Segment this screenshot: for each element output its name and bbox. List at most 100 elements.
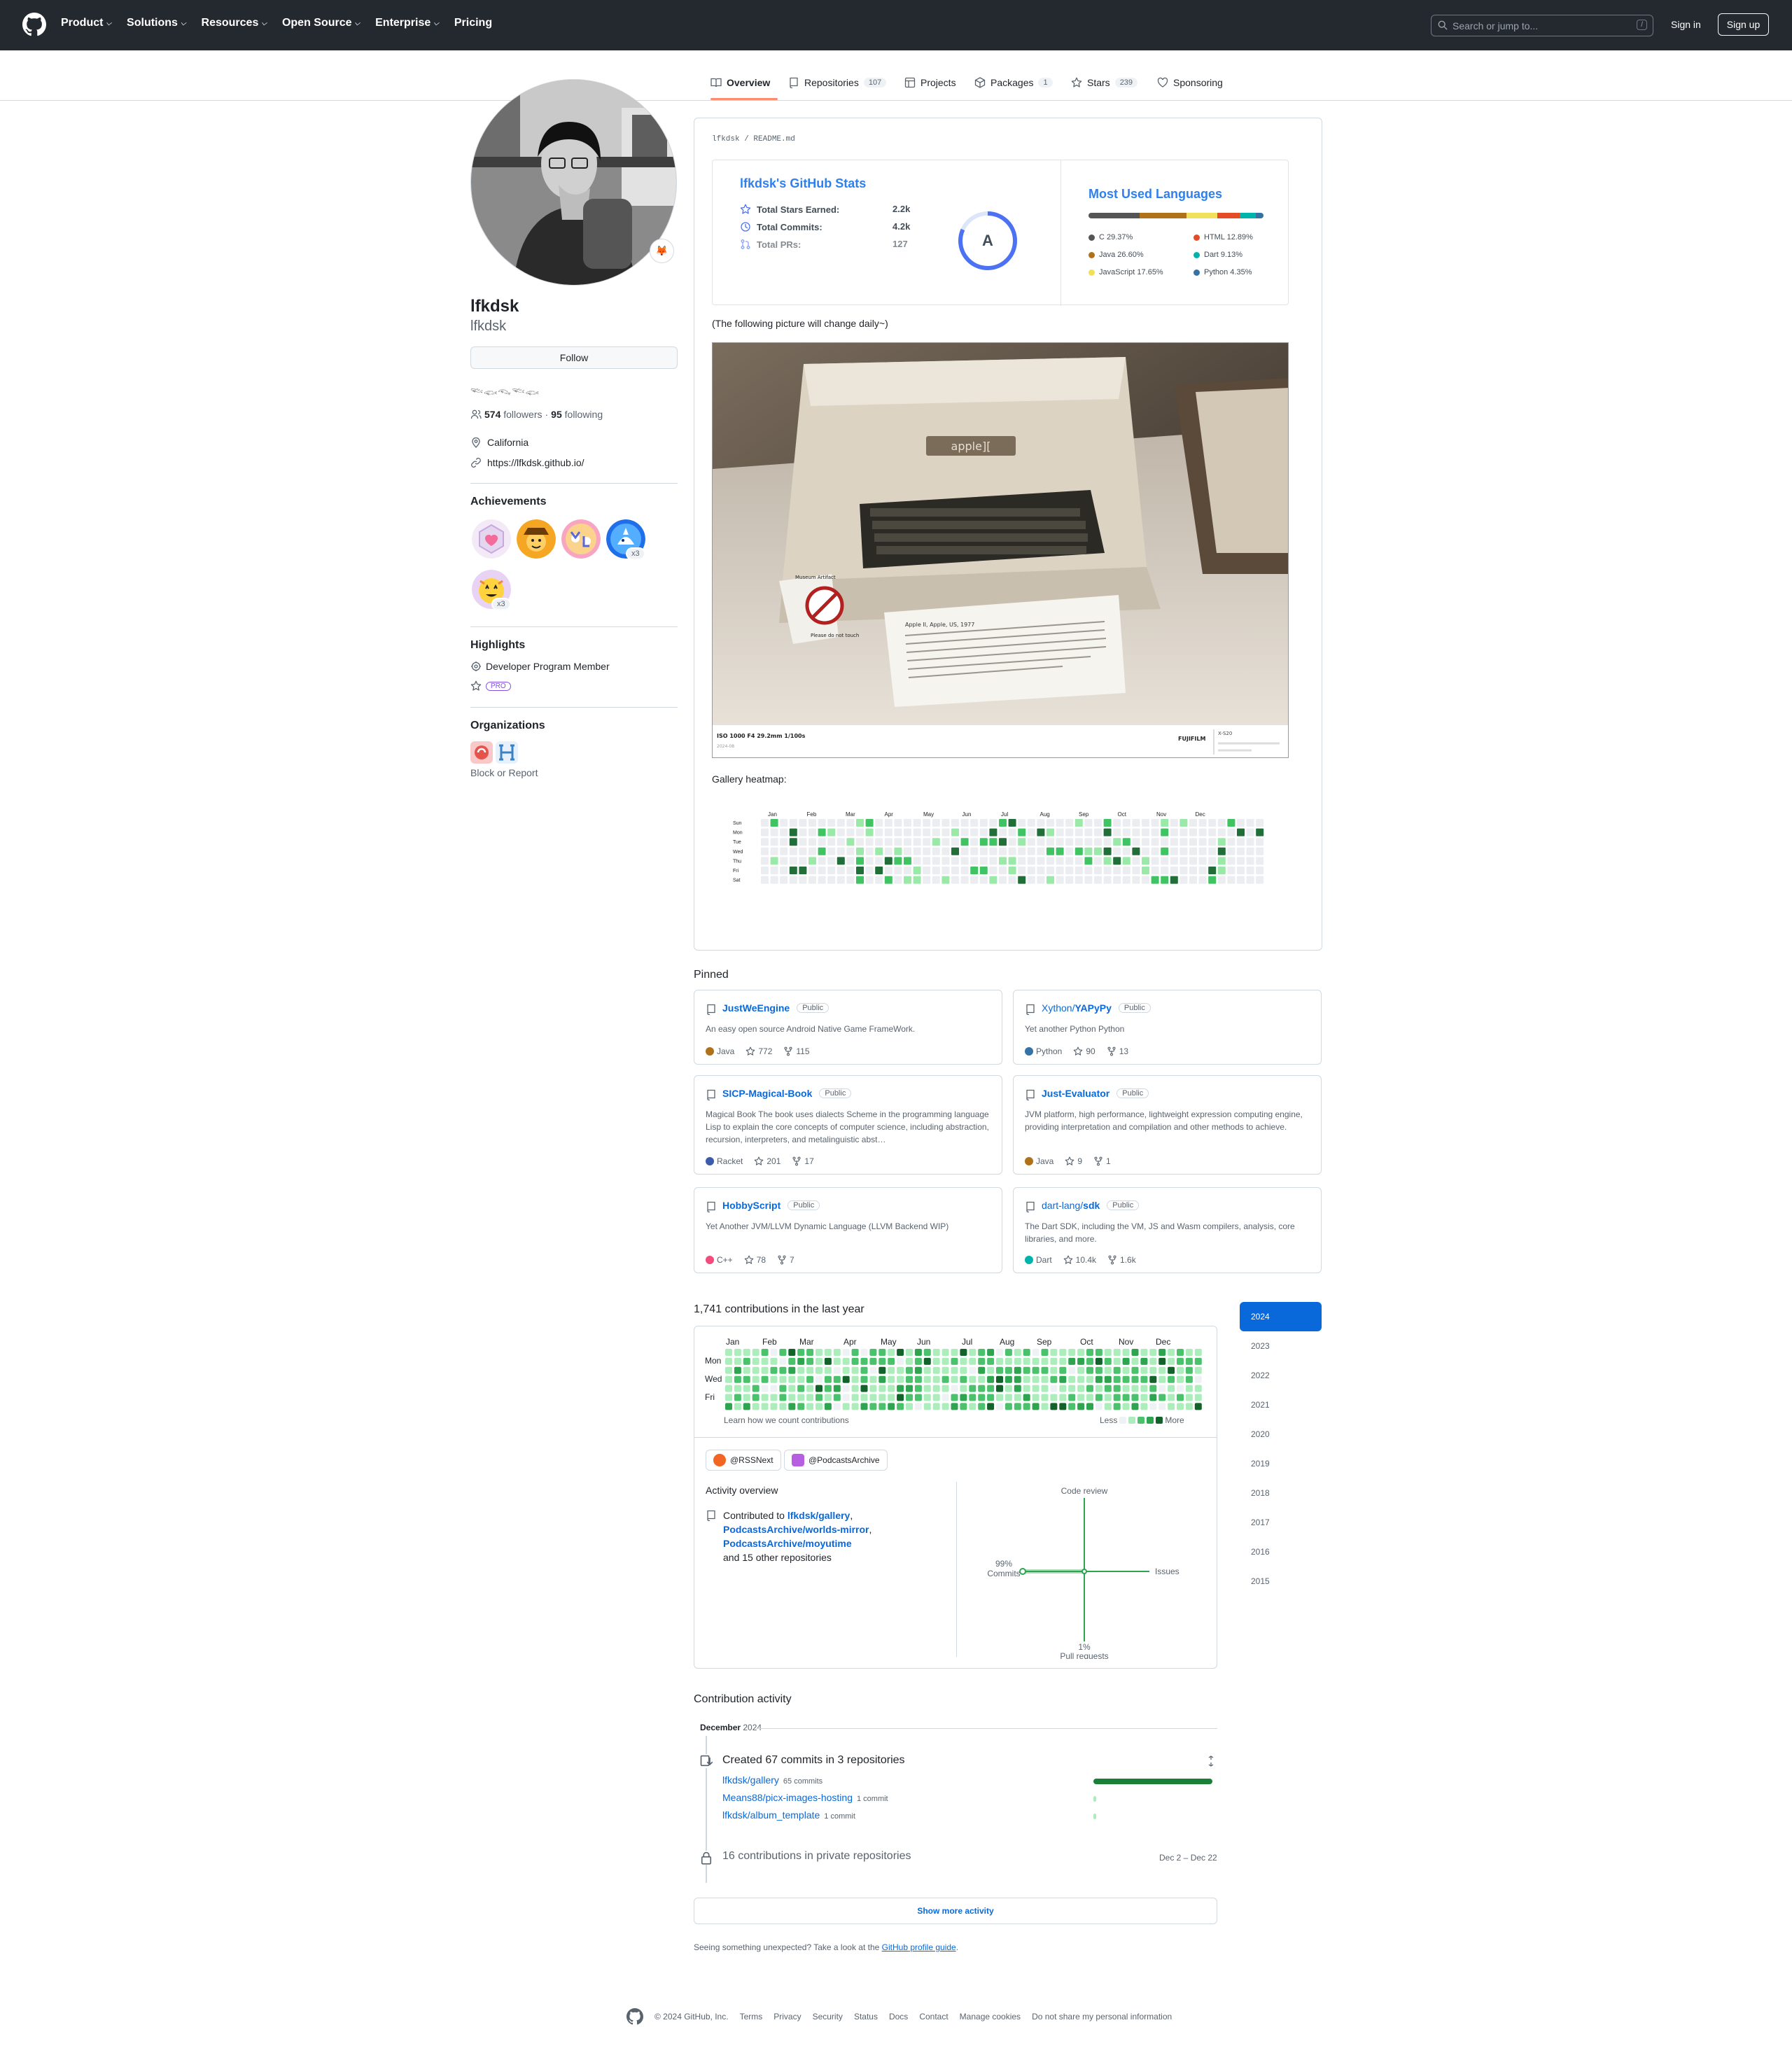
calendar-day-cell[interactable] <box>932 1366 940 1374</box>
pinned-repo-link[interactable]: HobbyScript <box>722 1200 780 1211</box>
calendar-day-cell[interactable] <box>1131 1375 1139 1383</box>
calendar-day-cell[interactable] <box>941 1394 949 1401</box>
year-2024[interactable]: 2024 <box>1240 1302 1322 1331</box>
followers-link[interactable]: 574 followers <box>484 409 542 420</box>
org-filter-podcastsarchive[interactable]: @PodcastsArchive <box>784 1450 888 1471</box>
calendar-day-cell[interactable] <box>923 1366 931 1374</box>
calendar-day-cell[interactable] <box>816 1385 822 1392</box>
calendar-day-cell[interactable] <box>960 1385 967 1392</box>
calendar-day-cell[interactable] <box>1077 1375 1085 1383</box>
calendar-day-cell[interactable] <box>1194 1366 1202 1374</box>
calendar-day-cell[interactable] <box>941 1349 949 1356</box>
calendar-day-cell[interactable] <box>888 1385 895 1392</box>
calendar-day-cell[interactable] <box>779 1357 787 1365</box>
calendar-day-cell[interactable] <box>1086 1403 1093 1410</box>
calendar-day-cell[interactable] <box>1194 1375 1202 1383</box>
calendar-day-cell[interactable] <box>1177 1403 1184 1410</box>
calendar-day-cell[interactable] <box>869 1357 877 1365</box>
nav-solutions[interactable]: Solutions ⌵ <box>127 17 186 29</box>
calendar-day-cell[interactable] <box>1050 1375 1058 1383</box>
calendar-day-cell[interactable] <box>725 1366 732 1374</box>
calendar-day-cell[interactable] <box>878 1403 886 1410</box>
calendar-day-cell[interactable] <box>941 1385 949 1392</box>
calendar-day-cell[interactable] <box>1050 1366 1058 1374</box>
calendar-day-cell[interactable] <box>734 1394 741 1401</box>
calendar-day-cell[interactable] <box>951 1366 958 1374</box>
calendar-day-cell[interactable] <box>1177 1366 1184 1374</box>
calendar-day-cell[interactable] <box>923 1394 931 1401</box>
calendar-day-cell[interactable] <box>842 1366 850 1374</box>
tab-stars[interactable]: Stars 239 <box>1071 77 1138 88</box>
calendar-day-cell[interactable] <box>906 1375 913 1383</box>
calendar-day-cell[interactable] <box>1059 1349 1067 1356</box>
footer-link[interactable]: Privacy <box>774 2012 801 2022</box>
calendar-day-cell[interactable] <box>860 1357 868 1365</box>
calendar-day-cell[interactable] <box>996 1403 1003 1410</box>
calendar-day-cell[interactable] <box>1014 1385 1021 1392</box>
calendar-day-cell[interactable] <box>969 1349 976 1356</box>
footer-link[interactable]: Status <box>854 2012 878 2022</box>
calendar-day-cell[interactable] <box>860 1349 868 1356</box>
calendar-day-cell[interactable] <box>1004 1403 1012 1410</box>
calendar-day-cell[interactable] <box>932 1385 940 1392</box>
nav-product[interactable]: Product ⌵ <box>61 17 111 29</box>
calendar-day-cell[interactable] <box>1122 1403 1130 1410</box>
calendar-day-cell[interactable] <box>869 1394 877 1401</box>
calendar-day-cell[interactable] <box>752 1366 760 1374</box>
tab-packages[interactable]: Packages 1 <box>974 77 1053 88</box>
repo-link[interactable]: PodcastsArchive/moyutime <box>723 1538 852 1549</box>
repo-stars-link[interactable]: 201 <box>754 1156 780 1166</box>
calendar-day-cell[interactable] <box>788 1349 796 1356</box>
calendar-day-cell[interactable] <box>824 1403 832 1410</box>
calendar-day-cell[interactable] <box>1194 1357 1202 1365</box>
calendar-day-cell[interactable] <box>788 1403 796 1410</box>
calendar-day-cell[interactable] <box>1104 1394 1112 1401</box>
calendar-day-cell[interactable] <box>1050 1349 1058 1356</box>
calendar-day-cell[interactable] <box>824 1349 832 1356</box>
calendar-day-cell[interactable] <box>752 1357 760 1365</box>
repo-stars-link[interactable]: 772 <box>746 1046 772 1056</box>
calendar-day-cell[interactable] <box>770 1375 778 1383</box>
calendar-day-cell[interactable] <box>914 1366 922 1374</box>
calendar-day-cell[interactable] <box>770 1394 778 1401</box>
calendar-day-cell[interactable] <box>941 1375 949 1383</box>
block-or-report-link[interactable]: Block or Report <box>470 767 538 778</box>
calendar-day-cell[interactable] <box>860 1394 868 1401</box>
calendar-day-cell[interactable] <box>1168 1394 1175 1401</box>
calendar-day-cell[interactable] <box>960 1349 967 1356</box>
calendar-day-cell[interactable] <box>1113 1366 1121 1374</box>
repo-stars-link[interactable]: 10.4k <box>1063 1255 1096 1265</box>
calendar-day-cell[interactable] <box>960 1357 967 1365</box>
calendar-day-cell[interactable] <box>969 1385 976 1392</box>
calendar-day-cell[interactable] <box>1131 1357 1139 1365</box>
calendar-day-cell[interactable] <box>878 1349 886 1356</box>
calendar-day-cell[interactable] <box>1158 1349 1166 1356</box>
calendar-day-cell[interactable] <box>1149 1357 1157 1365</box>
year-2017[interactable]: 2017 <box>1240 1508 1322 1537</box>
calendar-day-cell[interactable] <box>1014 1349 1021 1356</box>
year-2015[interactable]: 2015 <box>1240 1567 1322 1596</box>
calendar-day-cell[interactable] <box>996 1366 1003 1374</box>
calendar-day-cell[interactable] <box>878 1366 886 1374</box>
calendar-day-cell[interactable] <box>897 1375 904 1383</box>
activity-repo-link[interactable]: lfkdsk/gallery <box>722 1774 779 1786</box>
calendar-day-cell[interactable] <box>1177 1349 1184 1356</box>
calendar-day-cell[interactable] <box>1023 1394 1030 1401</box>
calendar-day-cell[interactable] <box>788 1366 796 1374</box>
calendar-day-cell[interactable] <box>788 1375 796 1383</box>
calendar-day-cell[interactable] <box>806 1349 814 1356</box>
calendar-day-cell[interactable] <box>743 1375 750 1383</box>
calendar-day-cell[interactable] <box>851 1357 859 1365</box>
calendar-day-cell[interactable] <box>743 1366 750 1374</box>
nav-pricing[interactable]: Pricing <box>454 17 492 29</box>
calendar-day-cell[interactable] <box>906 1403 913 1410</box>
calendar-day-cell[interactable] <box>1122 1357 1130 1365</box>
calendar-day-cell[interactable] <box>851 1349 859 1356</box>
calendar-day-cell[interactable] <box>1041 1385 1049 1392</box>
calendar-day-cell[interactable] <box>806 1385 814 1392</box>
calendar-day-cell[interactable] <box>833 1357 841 1365</box>
calendar-day-cell[interactable] <box>996 1375 1003 1383</box>
calendar-day-cell[interactable] <box>1140 1385 1148 1392</box>
calendar-day-cell[interactable] <box>923 1385 931 1392</box>
calendar-day-cell[interactable] <box>734 1403 741 1410</box>
